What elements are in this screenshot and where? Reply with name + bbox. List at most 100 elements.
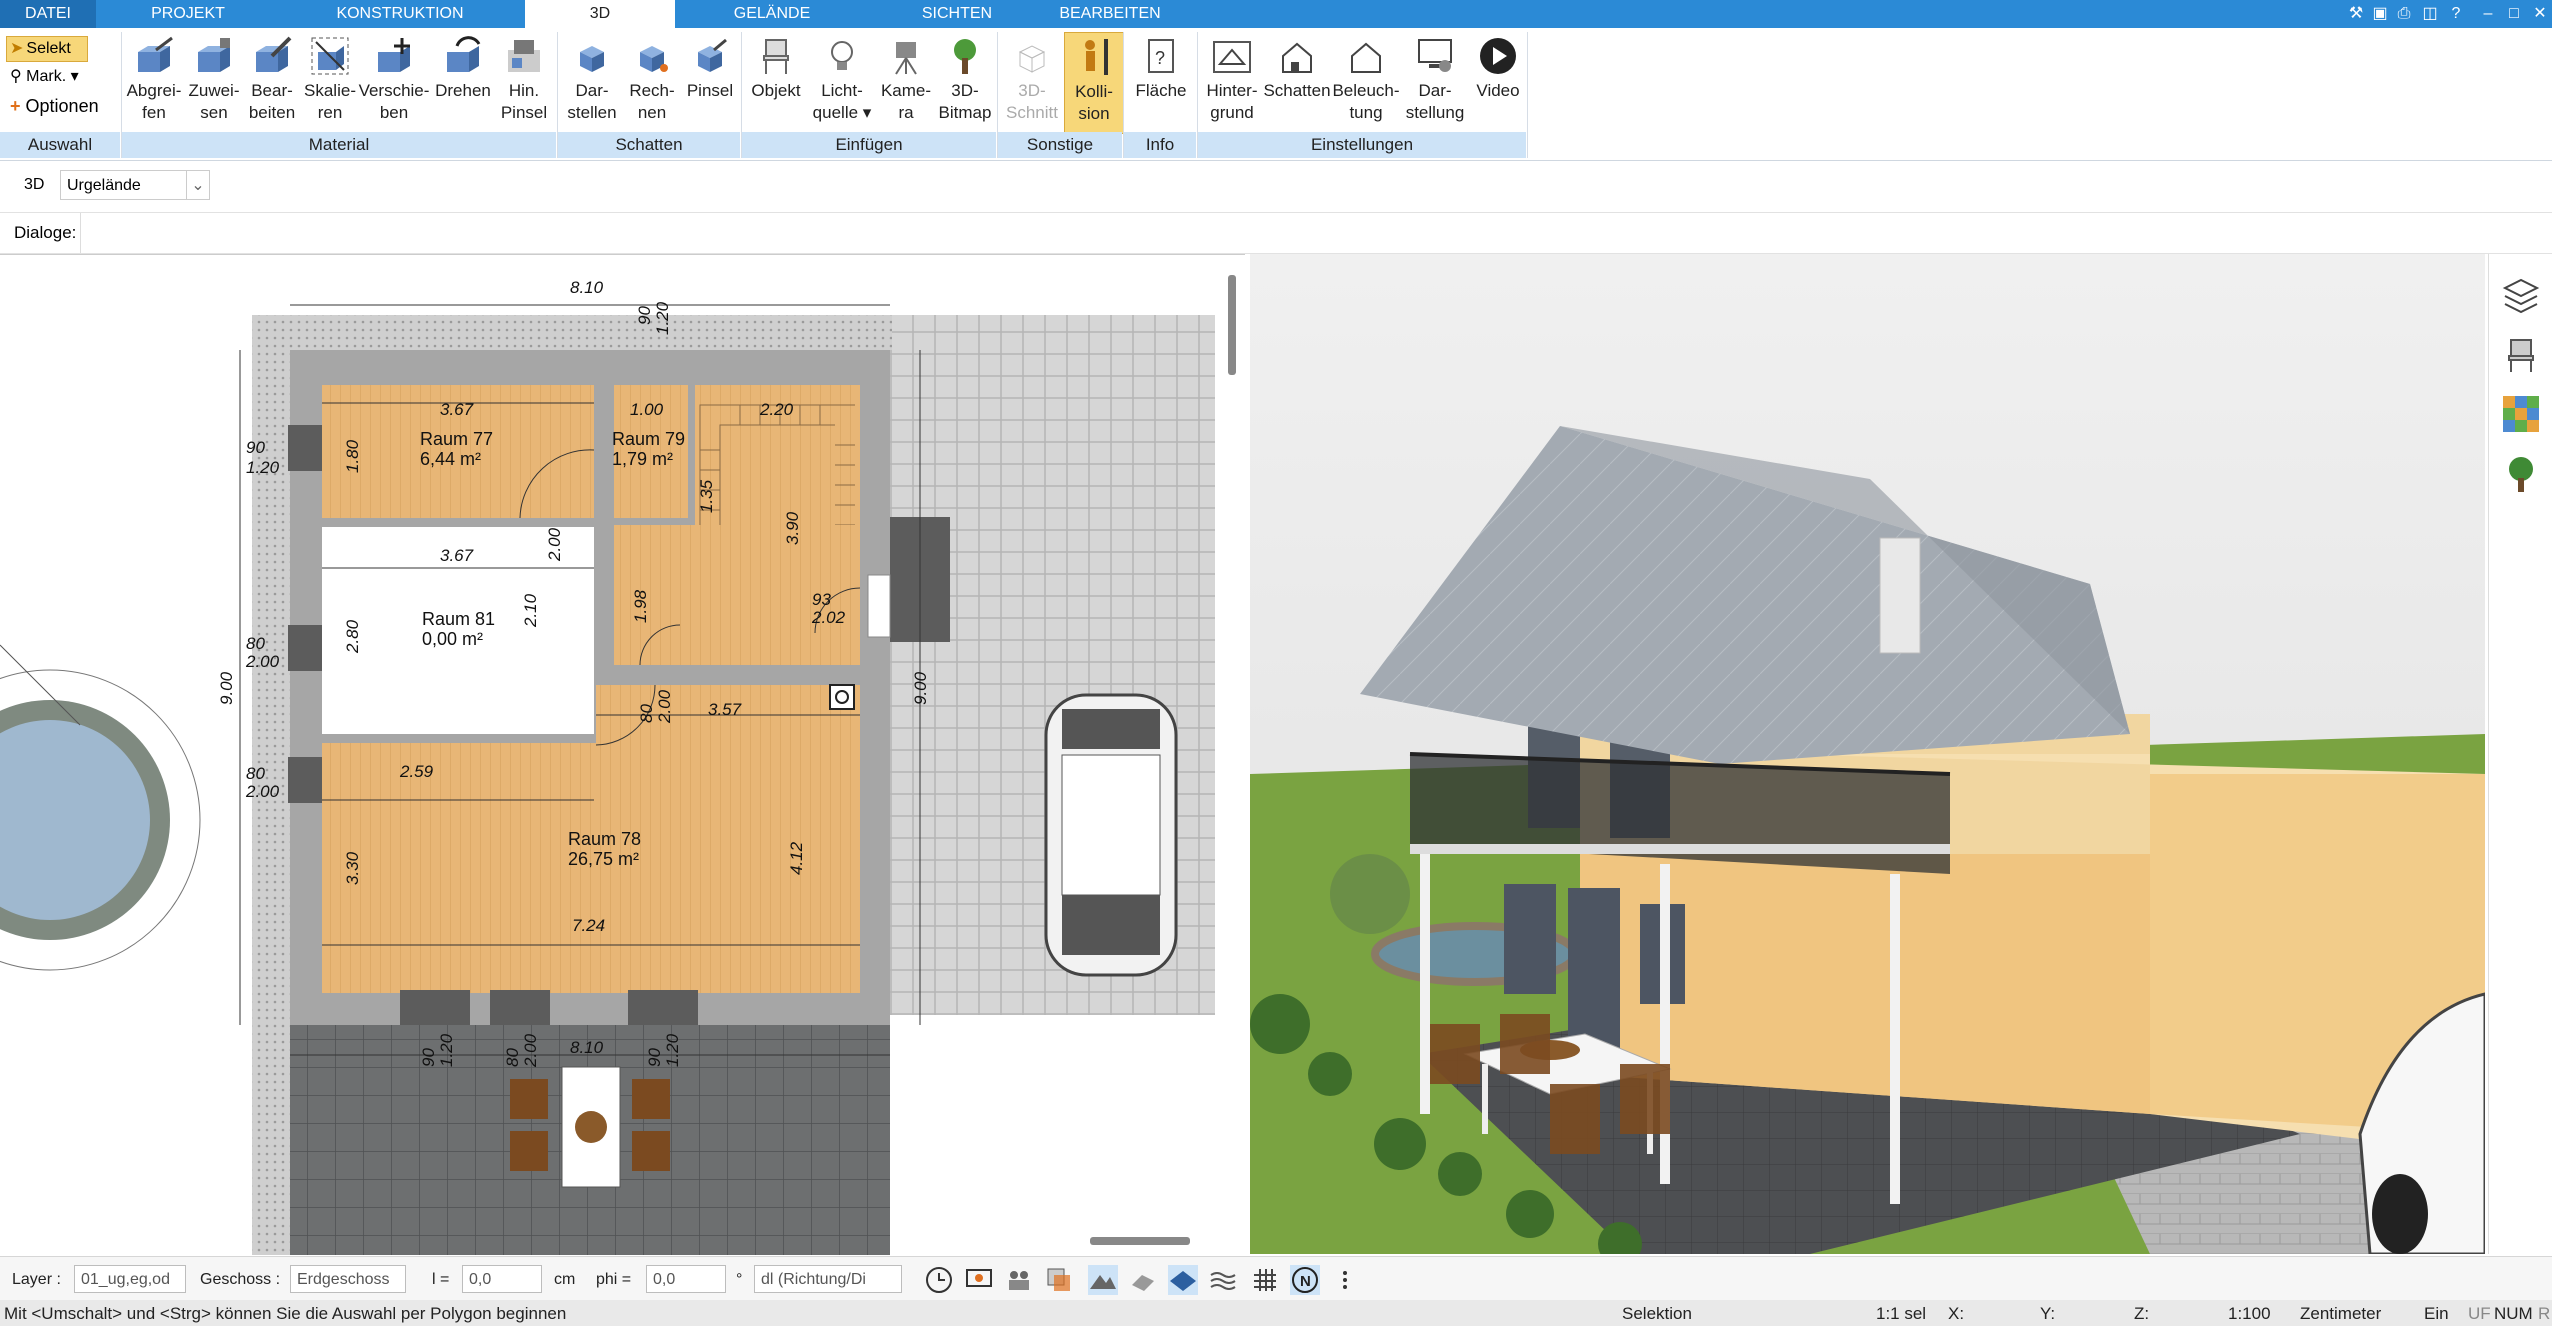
waves-icon[interactable]: [1208, 1265, 1238, 1295]
print-icon[interactable]: ⎙: [2392, 2, 2416, 26]
tab-gelaende[interactable]: GELÄNDE: [712, 0, 832, 28]
geschoss-select[interactable]: Erdgeschoss: [290, 1265, 406, 1293]
darstellen-button[interactable]: Dar-stellen: [560, 36, 624, 124]
north-icon[interactable]: N: [1290, 1265, 1320, 1295]
dim-label: 90: [635, 306, 654, 325]
save-icon[interactable]: ▣: [2368, 2, 2392, 26]
monitor-icon[interactable]: [964, 1265, 994, 1295]
dim-label: 1.20: [653, 301, 672, 335]
dim-label: 1.98: [631, 589, 650, 623]
dim-label: 80: [637, 704, 656, 723]
divider: [1527, 32, 1528, 158]
tab-projekt[interactable]: PROJEKT: [128, 0, 248, 28]
hintergrund-button[interactable]: Hinter-grund: [1200, 36, 1264, 124]
pinsel-button[interactable]: Pinsel: [680, 36, 740, 102]
room-label: Raum 79: [612, 429, 685, 449]
3d-view[interactable]: [1250, 254, 2485, 1254]
room-label: Raum 78: [568, 829, 641, 849]
video-button[interactable]: Video: [1470, 36, 1526, 102]
phi-unit: °: [736, 1271, 743, 1288]
kamera-button[interactable]: Kame-ra: [876, 36, 936, 124]
skalieren-button[interactable]: Skalie-ren: [302, 36, 358, 124]
lichtquelle-button[interactable]: Licht-quelle ▾: [808, 36, 876, 124]
balcony-slab: [1410, 844, 1950, 854]
edit-cube-icon: [256, 36, 292, 72]
vertical-scrollbar[interactable]: [1228, 275, 1236, 375]
tab-sichten[interactable]: SICHTEN: [892, 0, 1022, 28]
floor-plan-view[interactable]: 8.10 90 1.20 3.67 1.80 1.00 2.20 90 1.20…: [0, 254, 1245, 1255]
phi-input[interactable]: 0,0: [646, 1265, 726, 1293]
bearbeiten-button[interactable]: Bear-beiten: [244, 36, 300, 124]
schatten-settings-button[interactable]: Schatten: [1262, 36, 1332, 102]
window: [490, 990, 550, 1025]
outlet-icon: [829, 684, 855, 710]
3d-canvas[interactable]: [1250, 254, 2485, 1254]
tab-bearbeiten[interactable]: BEARBEITEN: [1050, 0, 1170, 28]
hin-pinsel-button[interactable]: Hin. Pinsel: [494, 36, 554, 124]
room-area: 6,44 m²: [420, 449, 481, 469]
beleuchtung-button[interactable]: Beleuch-tung: [1330, 36, 1402, 124]
terrain-select[interactable]: Urgelände ⌄: [60, 170, 210, 200]
maximize-icon[interactable]: □: [2502, 2, 2526, 26]
dialoge-label: Dialoge:: [14, 223, 77, 242]
dim-label: 9.00: [911, 671, 930, 705]
dim-label: 3.90: [783, 511, 802, 545]
drehen-button[interactable]: Drehen: [432, 36, 494, 102]
move-cube-icon: [378, 38, 410, 72]
darstellung-button[interactable]: Dar-stellung: [1400, 36, 1470, 124]
dim-label: 4.12: [787, 841, 806, 875]
window-icon[interactable]: ◫: [2418, 2, 2442, 26]
dl-select[interactable]: dl (Richtung/Di: [754, 1265, 902, 1293]
hatching-icon[interactable]: [1128, 1265, 1158, 1295]
dim-label: 2.59: [399, 762, 434, 781]
dim-label: 1.20: [246, 458, 280, 477]
horizontal-scrollbar[interactable]: [1090, 1237, 1190, 1245]
help-icon[interactable]: ?: [2444, 2, 2468, 26]
more-icon[interactable]: [1330, 1265, 1360, 1295]
objekt-button[interactable]: Objekt: [744, 36, 808, 102]
kollision-button[interactable]: Kolli-sion: [1064, 32, 1124, 134]
svg-text:N: N: [1300, 1273, 1311, 1290]
materials-icon[interactable]: [2501, 394, 2541, 434]
tab-3d[interactable]: 3D: [525, 0, 675, 28]
selekt-button[interactable]: ➤ Selekt: [6, 36, 88, 62]
right-sidebar: [2488, 254, 2552, 1254]
chair-icon[interactable]: [2501, 334, 2541, 374]
flaeche-button[interactable]: ? Fläche: [1126, 36, 1196, 102]
tree-icon[interactable]: [2501, 454, 2541, 494]
close-icon[interactable]: ✕: [2528, 2, 2552, 26]
verschieben-button[interactable]: Verschie-ben: [358, 36, 430, 124]
group-label-info: Info: [1124, 132, 1196, 158]
optionen-button[interactable]: + Optionen: [10, 96, 99, 117]
terrain-icon[interactable]: [1088, 1265, 1118, 1295]
plane-icon[interactable]: [1168, 1265, 1198, 1295]
length-input[interactable]: 0,0: [462, 1265, 542, 1293]
tab-konstruktion[interactable]: KONSTRUKTION: [320, 0, 480, 28]
dim-label: 8.10: [570, 278, 604, 297]
mark-button[interactable]: ⚲ Mark. ▾: [10, 66, 79, 86]
dim-label: 2.20: [759, 400, 794, 419]
dim-label: 3.67: [440, 400, 474, 419]
copy-icon[interactable]: [1044, 1265, 1074, 1295]
layer-label: Layer :: [12, 1271, 61, 1288]
3d-schnitt-button[interactable]: 3D- Schnitt: [1000, 36, 1064, 124]
clock-icon[interactable]: [924, 1265, 954, 1295]
grid-icon[interactable]: [1250, 1265, 1280, 1295]
abgreifen-button[interactable]: Abgrei-fen: [122, 36, 186, 124]
bitmap-button[interactable]: 3D- Bitmap: [936, 36, 994, 124]
minimize-icon[interactable]: –: [2476, 2, 2500, 26]
layers-icon[interactable]: [2501, 274, 2541, 314]
floor-plan-canvas[interactable]: 8.10 90 1.20 3.67 1.80 1.00 2.20 90 1.20…: [0, 255, 1245, 1255]
people-icon[interactable]: [1004, 1265, 1034, 1295]
tab-datei[interactable]: DATEI: [0, 0, 96, 28]
tools-icon[interactable]: ⚒: [2344, 2, 2368, 26]
group-label-einfuegen: Einfügen: [742, 132, 996, 158]
layer-select[interactable]: 01_ug,eg,od: [74, 1265, 186, 1293]
zuweisen-button[interactable]: Zuwei-sen: [186, 36, 242, 124]
svg-text:?: ?: [1155, 48, 1165, 68]
rechnen-button[interactable]: Rech-nen: [624, 36, 680, 124]
window: [288, 625, 322, 671]
dim-label: 90: [645, 1048, 664, 1067]
calc-cube-icon: [640, 46, 668, 72]
status-bar: Mit <Umschalt> und <Strg> können Sie die…: [0, 1300, 2552, 1326]
